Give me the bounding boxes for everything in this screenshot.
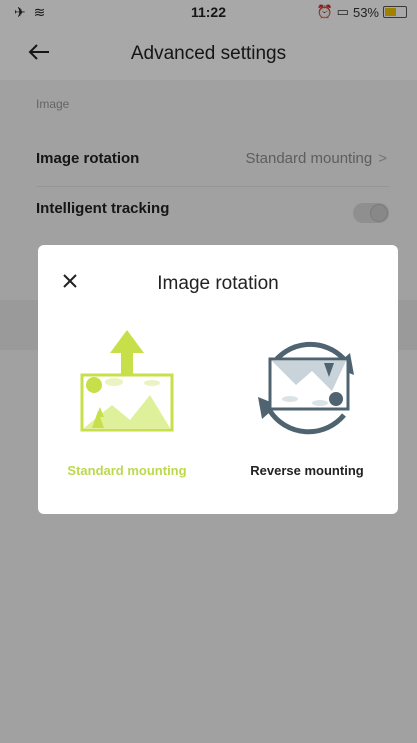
standard-mounting-label: Standard mounting — [67, 463, 187, 478]
advanced-settings-screen: ✈ ≋ 11:22 ⏰ ▭ 53% Advanced settings Imag… — [0, 0, 417, 743]
reverse-mounting-option[interactable]: Reverse mounting — [232, 325, 382, 485]
standard-mounting-option[interactable]: Standard mounting — [52, 325, 202, 485]
image-rotation-dialog: Image rotation Standard mounting Reverse… — [38, 245, 398, 514]
reverse-mounting-icon — [258, 341, 354, 435]
standard-mounting-icon — [80, 330, 174, 432]
dialog-title: Image rotation — [157, 273, 279, 294]
reverse-mounting-label: Reverse mounting — [250, 463, 364, 478]
